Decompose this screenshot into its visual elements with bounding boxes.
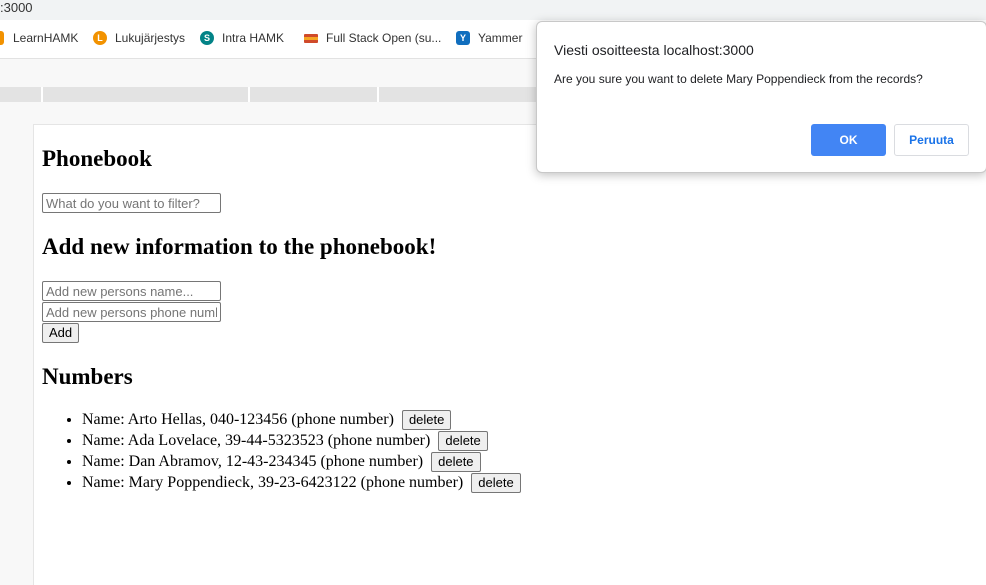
address-bar[interactable]: :3000 xyxy=(0,0,986,20)
add-section-title: Add new information to the phonebook! xyxy=(42,234,437,259)
bookmark-label: LearnHAMK xyxy=(13,31,79,45)
delete-button[interactable]: delete xyxy=(438,431,488,452)
bookmark-label: Lukujärjestys xyxy=(115,31,186,45)
person-text: Name: Mary Poppendieck, 39-23-6423122 (p… xyxy=(82,474,464,491)
delete-button[interactable]: delete xyxy=(401,410,452,431)
bookmark-label: Intra HAMK xyxy=(222,31,285,45)
name-input[interactable] xyxy=(42,281,221,301)
dialog-title: Viesti osoitteesta localhost:3000 xyxy=(554,42,754,58)
dialog-message: Are you sure you want to delete Mary Pop… xyxy=(554,72,923,86)
add-button[interactable]: Add xyxy=(42,323,80,343)
cancel-button[interactable]: Peruuta xyxy=(894,124,969,156)
person-text: Name: Arto Hellas, 040-123456 (phone num… xyxy=(82,411,394,428)
learnhamk-icon xyxy=(0,31,4,45)
address-text: :3000 xyxy=(0,0,33,15)
numbers-title: Numbers xyxy=(42,364,133,389)
list-item: Name: Mary Poppendieck, 39-23-6423122 (p… xyxy=(82,472,521,494)
list-item: Name: Dan Abramov, 12-43-234345 (phone n… xyxy=(82,451,521,473)
confirm-dialog: Viesti osoitteesta localhost:3000 Are yo… xyxy=(536,21,986,173)
page-content: Phonebook Add new information to the pho… xyxy=(33,124,986,585)
persons-list: Name: Arto Hellas, 040-123456 (phone num… xyxy=(42,409,521,494)
phone-input[interactable] xyxy=(42,302,221,322)
ok-button[interactable]: OK xyxy=(811,124,886,156)
flag-icon xyxy=(304,33,318,43)
bookmark-full-stack-open[interactable]: Full Stack Open (su... xyxy=(304,31,441,45)
lukujarjestys-icon: L xyxy=(93,31,107,45)
list-item: Name: Arto Hellas, 040-123456 (phone num… xyxy=(82,409,521,431)
sharepoint-icon: S xyxy=(200,31,214,45)
bookmark-label: Full Stack Open (su... xyxy=(326,31,442,45)
person-text: Name: Ada Lovelace, 39-44-5323523 (phone… xyxy=(82,432,431,449)
delete-button[interactable]: delete xyxy=(471,473,521,494)
bookmark-learnhamk[interactable]: LearnHAMK xyxy=(0,31,78,45)
page-title: Phonebook xyxy=(42,146,152,171)
delete-button[interactable]: delete xyxy=(431,452,481,473)
bookmark-lukujarjestys[interactable]: L Lukujärjestys xyxy=(93,31,185,45)
bookmark-yammer[interactable]: Y Yammer xyxy=(456,31,522,45)
list-item: Name: Ada Lovelace, 39-44-5323523 (phone… xyxy=(82,430,521,452)
bookmark-label: Yammer xyxy=(478,31,523,45)
filter-input[interactable] xyxy=(42,193,221,213)
yammer-icon: Y xyxy=(456,31,470,45)
person-text: Name: Dan Abramov, 12-43-234345 (phone n… xyxy=(82,453,424,470)
bookmark-intra-hamk[interactable]: S Intra HAMK xyxy=(200,31,284,45)
